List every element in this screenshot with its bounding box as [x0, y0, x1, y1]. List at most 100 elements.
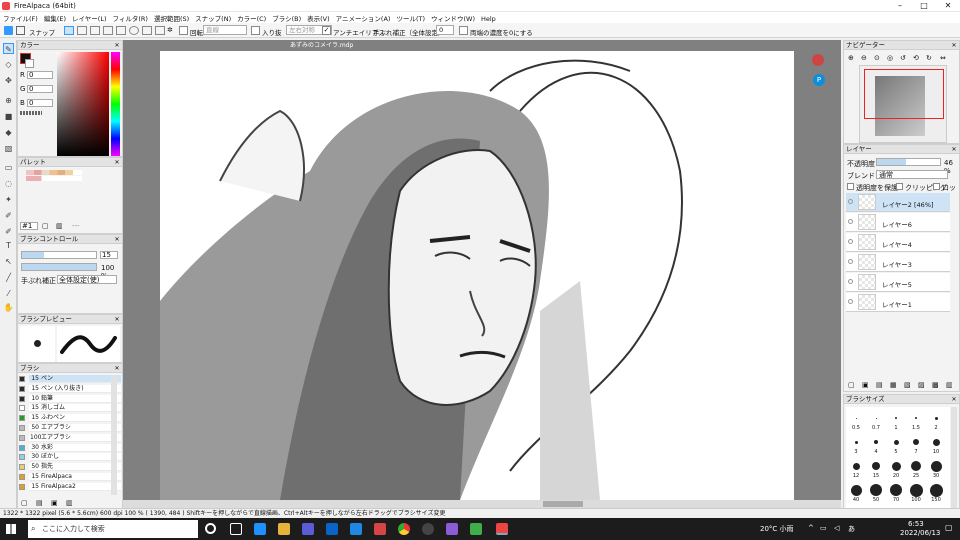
maximize-icon[interactable]: □	[912, 0, 936, 12]
visibility-icon[interactable]	[848, 219, 853, 224]
rotate-left-icon[interactable]: ↺	[900, 54, 906, 62]
taskbar-search-box[interactable]: ⌕ ここに入力して検索	[28, 520, 198, 538]
antialias-checkbox[interactable]: ✓	[322, 26, 331, 35]
network-icon[interactable]: ▭	[820, 524, 827, 532]
explorer-icon[interactable]	[278, 523, 290, 535]
clock-time[interactable]: 6:53	[908, 520, 924, 528]
layer-new-icon[interactable]: ▢	[848, 381, 855, 389]
panel-close-icon[interactable]: ✕	[113, 158, 121, 167]
snap-radial-icon[interactable]	[116, 26, 126, 35]
edge-icon[interactable]	[254, 523, 266, 535]
brush-size-dot[interactable]	[875, 417, 877, 419]
color-history[interactable]	[20, 111, 42, 115]
app-circle-icon[interactable]	[422, 523, 434, 535]
snap-parallel-icon[interactable]	[77, 26, 87, 35]
brush-size-dot[interactable]	[891, 461, 901, 471]
panel-close-icon[interactable]: ✕	[113, 41, 121, 50]
visibility-icon[interactable]	[848, 199, 853, 204]
brush-item[interactable]: 15 ペン (入り抜き)	[19, 384, 121, 393]
layer-row[interactable]: レイヤー1	[846, 293, 950, 312]
rotate-select[interactable]: 直線	[203, 25, 247, 35]
brush-size-dot[interactable]	[870, 484, 882, 496]
brush-size-dot[interactable]	[929, 483, 943, 497]
horizontal-scrollbar[interactable]	[123, 500, 841, 508]
purple-app-icon[interactable]	[446, 523, 458, 535]
saturation-value-picker[interactable]	[57, 52, 109, 156]
edge-checkbox[interactable]	[459, 26, 468, 35]
rotate-right-icon[interactable]: ↻	[926, 54, 932, 62]
brush-size-dot[interactable]	[854, 440, 858, 444]
cortana-icon[interactable]	[205, 523, 216, 534]
secondary-color-swatch[interactable]	[25, 59, 34, 68]
protect-checkbox[interactable]	[847, 183, 854, 190]
layer-opacity-slider[interactable]	[876, 158, 941, 166]
panel-close-icon[interactable]: ✕	[113, 235, 121, 244]
navigator-thumbnail[interactable]	[859, 65, 947, 143]
visibility-icon[interactable]	[848, 279, 853, 284]
brush-list-scrollbar[interactable]	[111, 375, 117, 495]
visibility-icon[interactable]	[848, 239, 853, 244]
layer-row[interactable]: レイヤー6	[846, 213, 950, 232]
brush-folder-icon[interactable]: ▣	[51, 499, 58, 507]
brush-size-slider[interactable]	[21, 251, 97, 259]
snap-vanish-icon[interactable]	[103, 26, 113, 35]
user-avatar-icon[interactable]	[812, 54, 824, 66]
lasso-icon[interactable]: ◌	[3, 178, 14, 189]
brush-size-dot[interactable]	[913, 439, 919, 445]
g-field[interactable]: 0	[27, 85, 53, 93]
select-eraser-icon[interactable]: ✐	[3, 226, 14, 237]
brush-size-dot[interactable]	[909, 483, 923, 497]
brush-size-dot[interactable]	[915, 417, 917, 419]
layer-merge-icon[interactable]: ▩	[932, 381, 939, 389]
visibility-icon[interactable]	[848, 299, 853, 304]
palette-add-icon[interactable]: ▢	[42, 222, 49, 230]
pdf-icon[interactable]	[374, 523, 386, 535]
snap-off-icon[interactable]	[64, 26, 74, 35]
move-icon[interactable]: ✥	[3, 75, 14, 86]
hue-slider[interactable]	[111, 52, 120, 156]
correction-select[interactable]: 0	[436, 25, 454, 35]
brush-item[interactable]: 10 鉛筆	[19, 394, 121, 403]
layer-row[interactable]: レイヤー3	[846, 253, 950, 272]
brush-size-dot[interactable]	[932, 438, 940, 446]
select-pen-icon[interactable]: ✐	[3, 210, 14, 221]
snap-settings-icon[interactable]: ✲	[167, 26, 173, 34]
panel-close-icon[interactable]: ✕	[950, 395, 958, 404]
rotate-reset-icon[interactable]: ⟲	[913, 54, 919, 62]
palette-swatches-row1[interactable]	[26, 170, 82, 175]
palette-page-select[interactable]: #1	[20, 222, 38, 230]
flip-icon[interactable]: ⇔	[940, 54, 946, 62]
brush-item[interactable]: 15 FireAlpaca	[19, 473, 121, 481]
line-icon[interactable]	[470, 523, 482, 535]
panel-close-icon[interactable]: ✕	[113, 364, 121, 373]
zoom-out-icon[interactable]: ⊖	[861, 54, 867, 62]
layer-row[interactable]: レイヤー4	[846, 233, 950, 252]
ime-icon[interactable]: あ	[848, 524, 855, 534]
snap-curve-icon[interactable]	[142, 26, 152, 35]
brush-item[interactable]: 30 ぼかし	[19, 453, 121, 462]
layer-row[interactable]: レイヤー2 [46%]	[846, 193, 950, 212]
operation-icon[interactable]: ↖	[3, 256, 14, 267]
brush-size-scrollbar[interactable]	[951, 407, 957, 509]
pen-icon[interactable]: ✎	[3, 43, 14, 54]
palette-more-icon[interactable]: ---	[72, 222, 80, 230]
layer-new-8bit-icon[interactable]: ▣	[862, 381, 869, 389]
drawing-canvas[interactable]	[160, 51, 794, 500]
minimize-icon[interactable]: –	[888, 0, 912, 12]
brush-size-dot[interactable]	[893, 439, 899, 445]
weather-text[interactable]: 20°C 小雨	[760, 524, 794, 534]
panel-close-icon[interactable]: ✕	[950, 41, 958, 50]
brush-size-dot[interactable]	[890, 484, 902, 496]
brush-item[interactable]: 30 水彩	[19, 443, 121, 452]
brush-size-dot[interactable]	[852, 462, 860, 470]
close-icon[interactable]: ✕	[936, 0, 960, 12]
volume-icon[interactable]: ◁	[834, 524, 839, 532]
panel-close-icon[interactable]: ✕	[113, 315, 121, 324]
brush-item[interactable]: 15 ペン	[19, 375, 121, 383]
zoom-actual-icon[interactable]: ◎	[887, 54, 893, 62]
brush-opacity-slider[interactable]	[21, 263, 97, 271]
word-icon[interactable]	[350, 523, 362, 535]
eyedropper-icon[interactable]: ⁄	[3, 288, 14, 299]
brush-item[interactable]: 50 指先	[19, 463, 121, 472]
brush-size-field[interactable]: 15	[100, 251, 118, 259]
